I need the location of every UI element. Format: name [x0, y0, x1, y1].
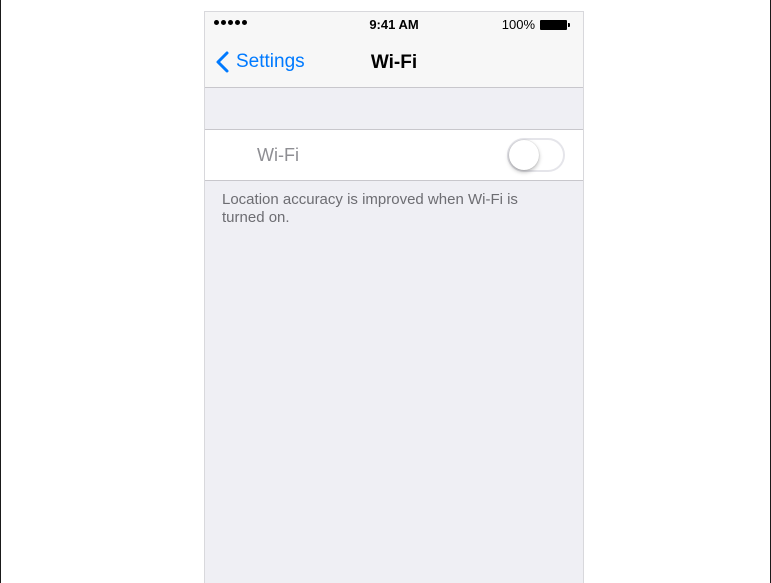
battery-percent: 100% [501, 17, 535, 32]
phone-screen: 9:41 AM 100% Settings Wi-Fi Wi-Fi Locati… [204, 11, 584, 583]
wifi-row-label: Wi-Fi [257, 145, 299, 165]
wifi-setting-row: Wi-Fi [205, 129, 583, 181]
battery-nub [568, 23, 570, 27]
battery-full-icon [540, 20, 567, 30]
status-bar: 9:41 AM 100% [205, 12, 583, 38]
screenshot-frame: 9:41 AM 100% Settings Wi-Fi Wi-Fi Locati… [0, 0, 771, 583]
top-bar: 9:41 AM 100% Settings Wi-Fi [205, 12, 583, 88]
toggle-knob [509, 140, 539, 170]
wifi-footer-note: Location accuracy is improved when Wi-Fi… [222, 191, 518, 226]
navigation-bar: Settings Wi-Fi [205, 38, 583, 88]
page-title: Wi-Fi [370, 52, 418, 73]
wifi-toggle[interactable] [507, 138, 565, 172]
